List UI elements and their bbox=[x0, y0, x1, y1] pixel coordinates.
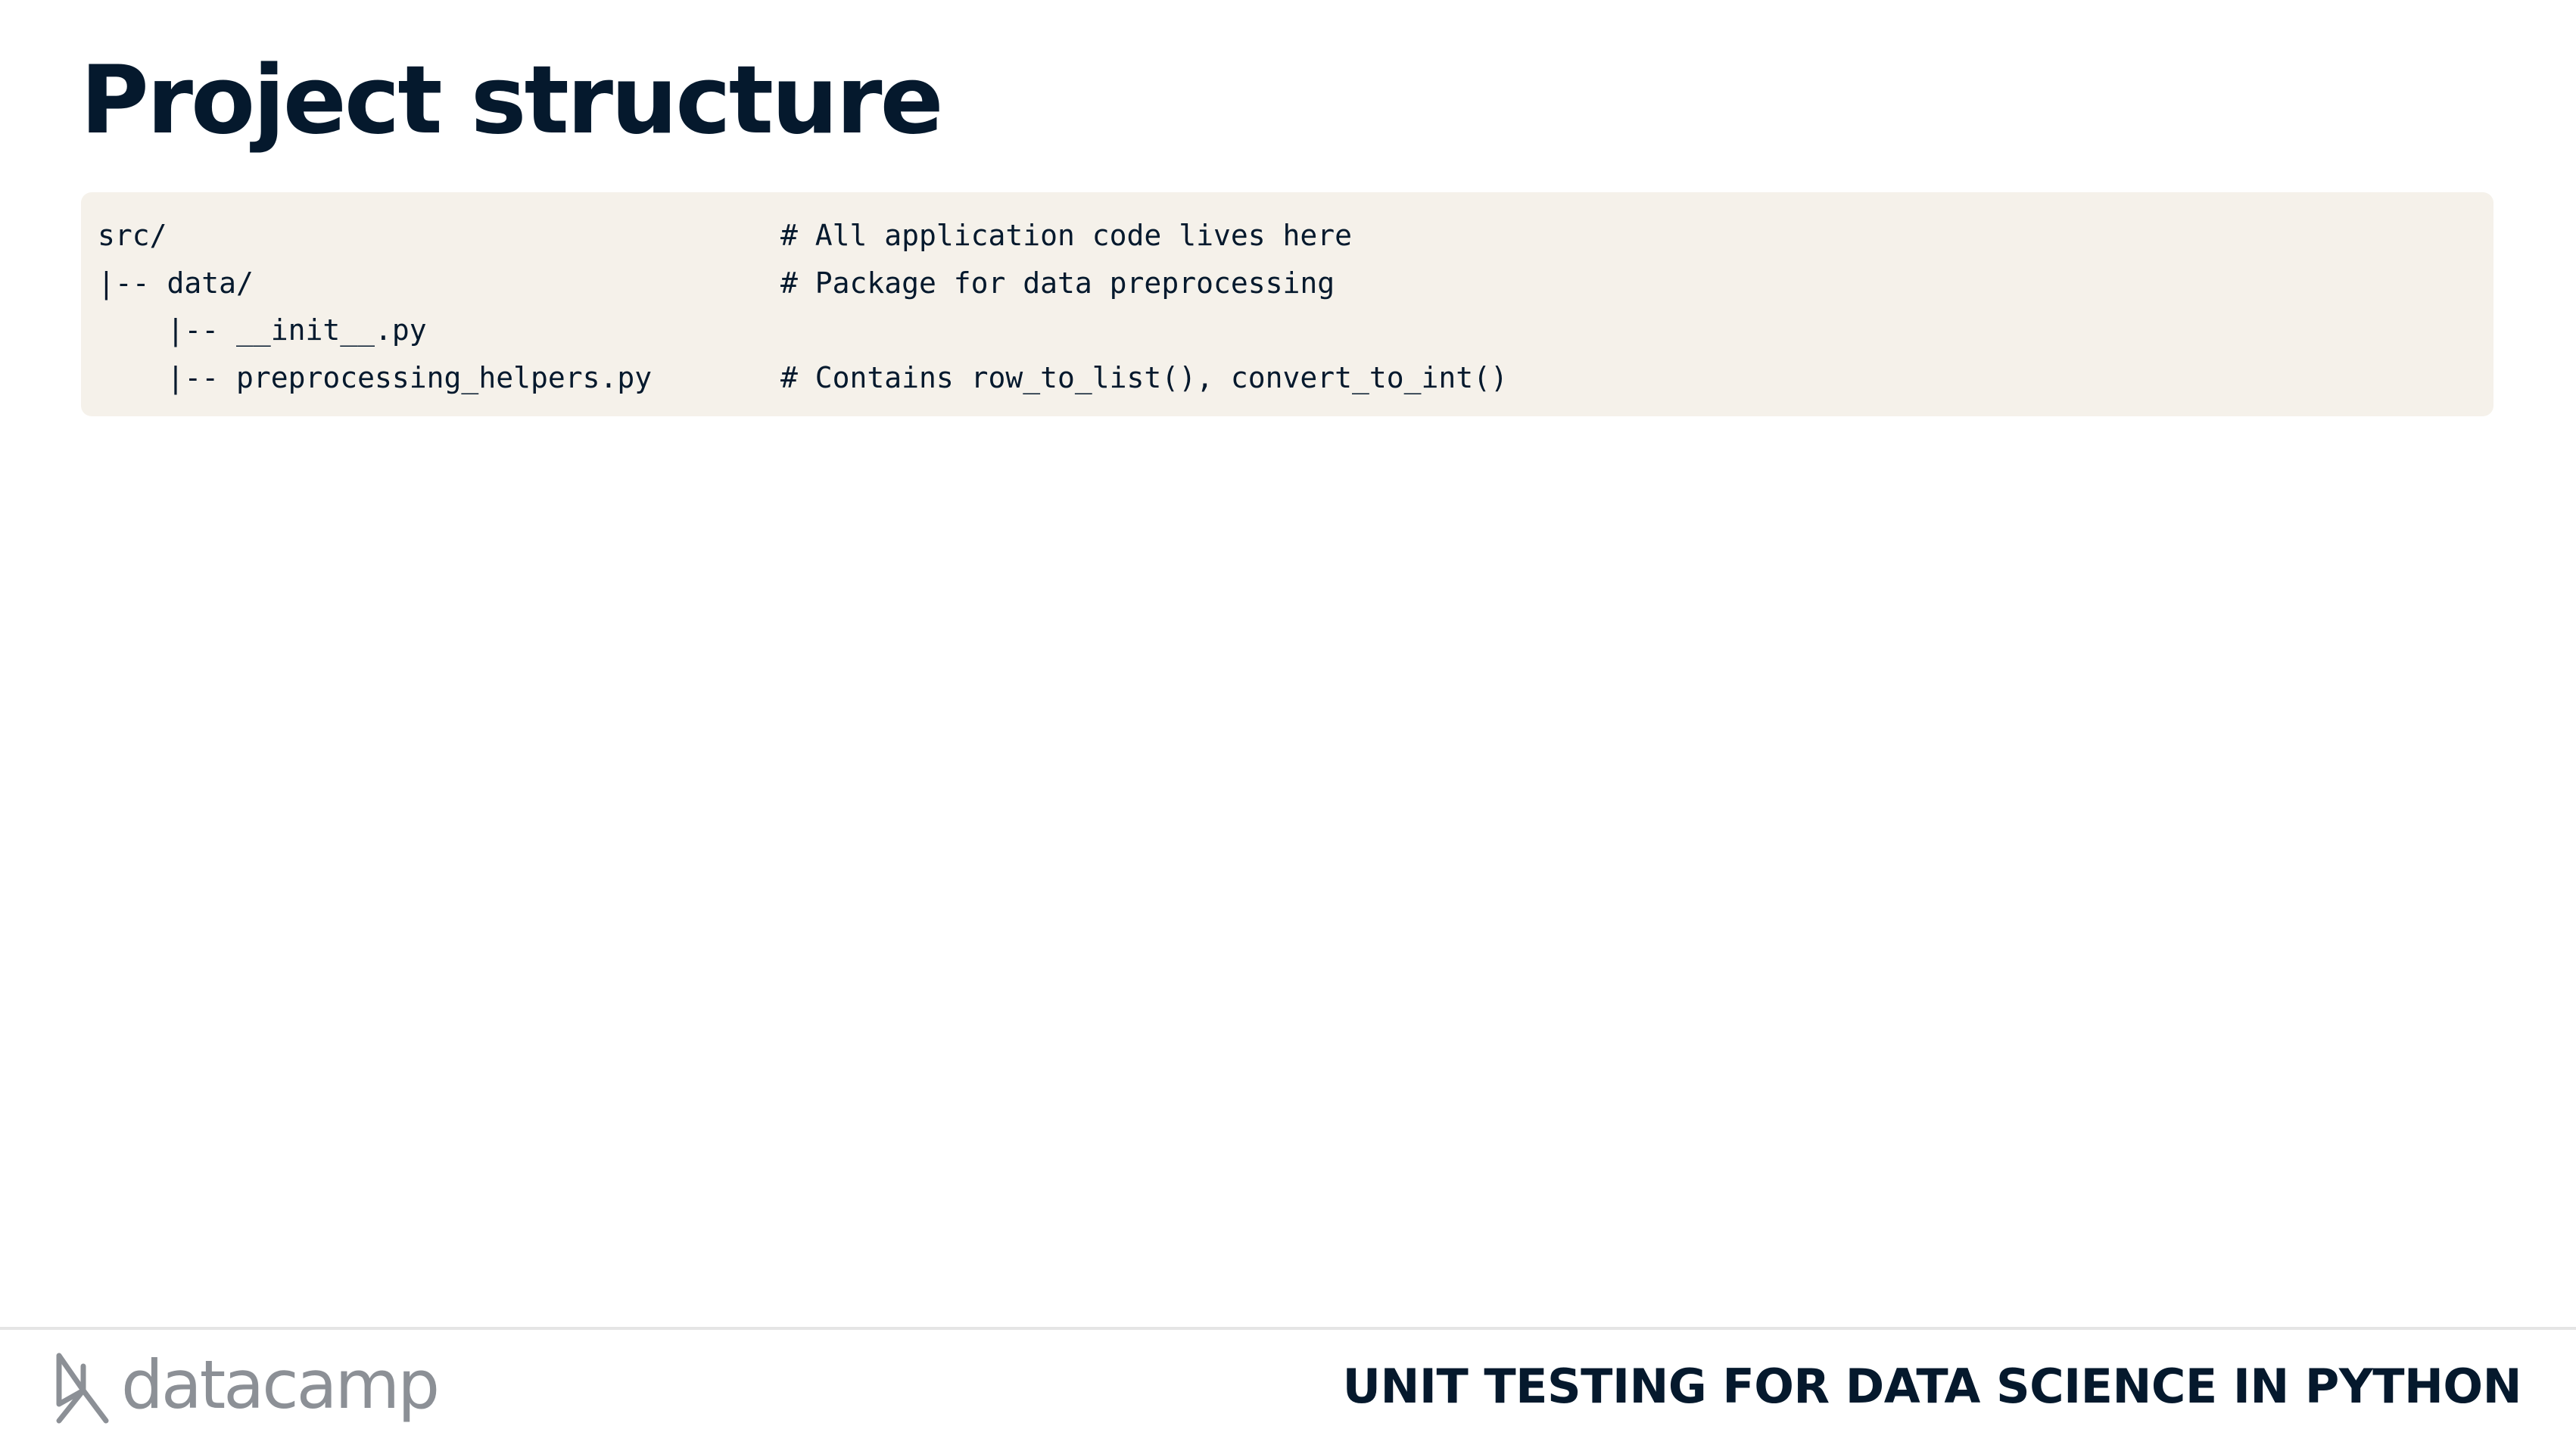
code-line: |-- __init__.py bbox=[98, 307, 2493, 354]
datacamp-mark-icon bbox=[56, 1353, 109, 1424]
code-block: src/ # All application code lives here |… bbox=[81, 192, 2493, 416]
code-comment: # Package for data preprocessing bbox=[780, 266, 1335, 300]
code-path: |-- data/ bbox=[98, 266, 254, 300]
code-line: |-- data/ # Package for data preprocessi… bbox=[98, 260, 2493, 307]
slide-title: Project structure bbox=[80, 46, 944, 155]
code-path: src/ bbox=[98, 219, 167, 252]
footer-divider bbox=[0, 1327, 2576, 1330]
code-comment: # All application code lives here bbox=[780, 219, 1352, 252]
logo-wordmark: datacamp bbox=[121, 1346, 440, 1424]
datacamp-logo: datacamp bbox=[53, 1346, 440, 1426]
code-line: src/ # All application code lives here bbox=[98, 212, 2493, 260]
code-line: |-- preprocessing_helpers.py # Contains … bbox=[98, 354, 2493, 402]
code-path: |-- preprocessing_helpers.py bbox=[98, 360, 653, 394]
course-title: UNIT TESTING FOR DATA SCIENCE IN PYTHON bbox=[1342, 1359, 2522, 1414]
code-comment: # Contains row_to_list(), convert_to_int… bbox=[780, 360, 1508, 394]
code-path: |-- __init__.py bbox=[98, 313, 427, 347]
